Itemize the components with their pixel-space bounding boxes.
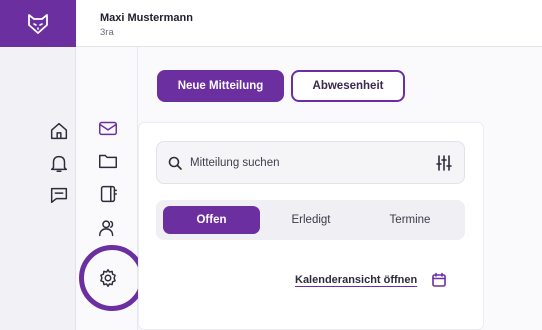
new-message-button[interactable]: Neue Mitteilung [157,70,284,102]
mail-icon[interactable] [95,115,121,141]
bell-icon[interactable] [46,150,72,176]
tab-offen[interactable]: Offen [163,206,260,234]
calendar-icon[interactable] [431,272,447,288]
top-header: Maxi Mustermann 3ra [76,0,542,47]
filter-sliders-icon[interactable] [436,155,452,171]
primary-nav-rail [0,47,76,330]
tab-termine[interactable]: Termine [362,206,458,234]
notebook-icon[interactable] [95,181,121,207]
search-icon [167,155,183,171]
absence-button[interactable]: Abwesenheit [291,70,405,102]
search-input[interactable] [190,154,420,172]
user-class: 3ra [100,27,114,38]
folder-icon[interactable] [95,148,121,174]
home-icon[interactable] [46,118,72,144]
search-bar [156,141,465,184]
chat-icon[interactable] [46,182,72,208]
tab-erledigt[interactable]: Erledigt [266,206,356,234]
users-icon[interactable] [95,215,121,241]
user-name: Maxi Mustermann [100,12,193,24]
app-logo[interactable] [0,0,76,47]
fox-logo-icon [28,13,48,34]
calendar-view-link[interactable]: Kalenderansicht öffnen [295,274,417,286]
status-tabs: Offen Erledigt Termine [156,200,465,240]
settings-highlight-ring [79,245,145,311]
